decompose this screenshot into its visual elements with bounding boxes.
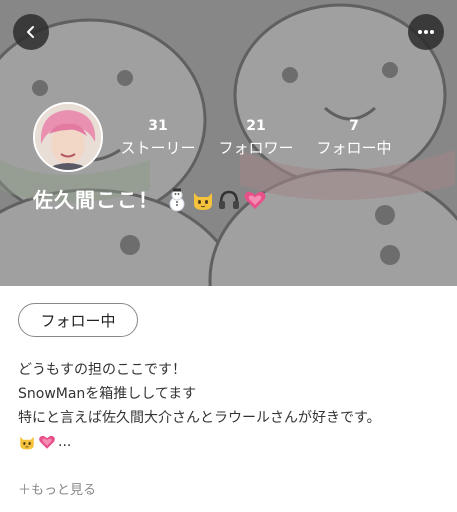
- profile-name-row: 佐久間ここ！: [33, 186, 269, 214]
- bio-line-emojis: ...: [18, 430, 448, 454]
- followers-label: フォロワー: [218, 139, 294, 157]
- stat-following[interactable]: 7 フォロー中: [309, 117, 399, 157]
- stories-count: 31: [148, 118, 168, 134]
- headphones-emoji: [219, 190, 239, 209]
- following-label: フォロー中: [316, 139, 392, 157]
- back-button[interactable]: [13, 14, 49, 50]
- following-count: 7: [349, 118, 359, 134]
- following-button[interactable]: フォロー中: [18, 303, 138, 337]
- show-more-link[interactable]: ＋もっと見る: [18, 481, 96, 501]
- growing-heart-emoji: [244, 191, 266, 209]
- cat-emoji: [20, 436, 34, 450]
- cat-emoji: [194, 193, 212, 210]
- more-horizontal-icon: [418, 30, 434, 34]
- chevron-left-icon: [27, 26, 34, 38]
- stat-followers[interactable]: 21 フォロワー: [211, 117, 301, 157]
- bio-line: どうもすの担のここです！: [18, 362, 186, 378]
- bio-ellipsis: ...: [58, 434, 72, 450]
- bio-line: 特にと言えば佐久間大介さんとラウールさんが好きです。: [18, 410, 381, 426]
- snowman-emoji: [169, 188, 185, 212]
- avatar-photo: [35, 104, 101, 170]
- followers-count: 21: [246, 118, 266, 134]
- growing-heart-emoji: [39, 435, 55, 449]
- stories-label: ストーリー: [120, 139, 196, 157]
- profile-name: 佐久間ここ！: [33, 188, 159, 212]
- more-options-button[interactable]: [408, 14, 444, 50]
- bio-line: SnowManを箱推ししてます: [18, 386, 197, 402]
- avatar[interactable]: [33, 102, 103, 172]
- bio: どうもすの担のここです！ SnowManを箱推ししてます 特にと言えば佐久間大介…: [18, 358, 448, 454]
- stat-stories[interactable]: 31 ストーリー: [113, 117, 203, 157]
- profile-header: 31 ストーリー 21 フォロワー 7 フォロー中 佐久間ここ！: [0, 0, 457, 286]
- name-emojis: [165, 188, 269, 212]
